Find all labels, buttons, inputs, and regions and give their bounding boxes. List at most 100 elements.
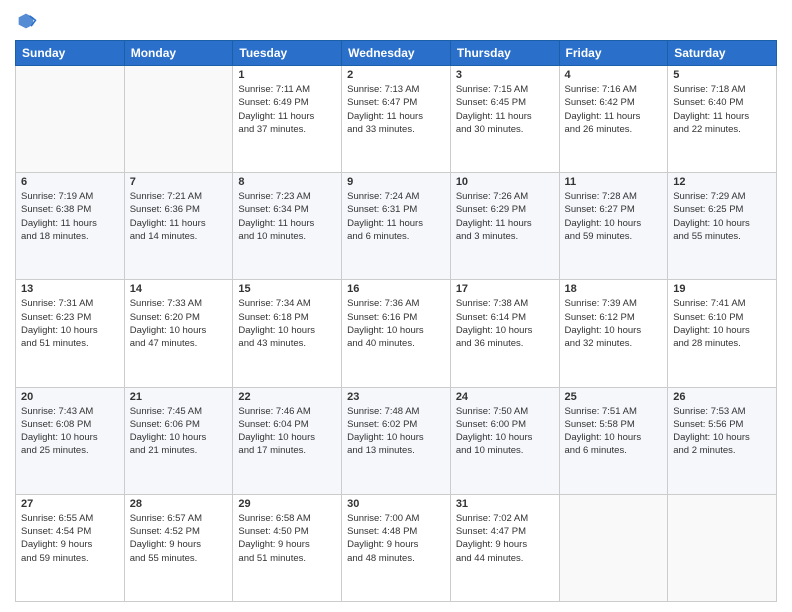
day-number: 4 [565,69,663,81]
calendar-cell: 18Sunrise: 7:39 AM Sunset: 6:12 PM Dayli… [559,280,668,387]
day-number: 31 [456,498,554,510]
cell-content: Sunrise: 7:36 AM Sunset: 6:16 PM Dayligh… [347,297,445,350]
calendar-cell: 28Sunrise: 6:57 AM Sunset: 4:52 PM Dayli… [124,494,233,601]
cell-content: Sunrise: 7:34 AM Sunset: 6:18 PM Dayligh… [238,297,336,350]
calendar-cell: 29 Sunrise: 6:58 AM Sunset: 4:50 PM Dayli… [233,494,342,601]
cell-content: Sunrise: 7:45 AM Sunset: 6:06 PM Dayligh… [130,405,228,458]
cell-content: Sunrise: 7:02 AM Sunset: 4:47 PM Dayligh… [456,512,554,565]
cell-content: Sunrise: 7:48 AM Sunset: 6:02 PM Dayligh… [347,405,445,458]
calendar-cell: 6 Sunrise: 7:19 AM Sunset: 6:38 PM Daylig… [16,173,125,280]
cell-content: Sunrise: 6:55 AM Sunset: 4:54 PM Dayligh… [21,512,119,565]
weekday-sunday: Sunday [16,41,125,66]
cell-content: Sunrise: 7:18 AM Sunset: 6:40 PM Dayligh… [673,83,771,136]
calendar-cell: 24 Sunrise: 7:50 AM Sunset: 6:00 PM Dayli… [450,387,559,494]
cell-content: Sunrise: 7:13 AM Sunset: 6:47 PM Dayligh… [347,83,445,136]
day-number: 17 [456,283,554,295]
day-number: 27 [21,498,119,510]
day-number: 24 [456,391,554,403]
calendar-cell: 19 Sunrise: 7:41 AM Sunset: 6:10 PM Dayli… [668,280,777,387]
day-number: 8 [238,176,336,188]
day-number: 11 [565,176,663,188]
cell-content: Sunrise: 7:43 AM Sunset: 6:08 PM Dayligh… [21,405,119,458]
header [15,10,777,32]
day-number: 23 [347,391,445,403]
week-row-4: 27 Sunrise: 6:55 AM Sunset: 4:54 PM Dayli… [16,494,777,601]
logo [15,10,41,32]
day-number: 19 [673,283,771,295]
calendar-cell [668,494,777,601]
cell-content: Sunrise: 7:21 AM Sunset: 6:36 PM Dayligh… [130,190,228,243]
weekday-tuesday: Tuesday [233,41,342,66]
calendar-cell: 5 Sunrise: 7:18 AM Sunset: 6:40 PM Daylig… [668,66,777,173]
calendar-cell: 3 Sunrise: 7:15 AM Sunset: 6:45 PM Daylig… [450,66,559,173]
calendar-cell: 26 Sunrise: 7:53 AM Sunset: 5:56 PM Dayli… [668,387,777,494]
cell-content: Sunrise: 7:50 AM Sunset: 6:00 PM Dayligh… [456,405,554,458]
day-number: 2 [347,69,445,81]
day-number: 6 [21,176,119,188]
calendar-cell: 25Sunrise: 7:51 AM Sunset: 5:58 PM Dayli… [559,387,668,494]
calendar-cell: 14 Sunrise: 7:33 AM Sunset: 6:20 PM Dayli… [124,280,233,387]
calendar-cell: 23 Sunrise: 7:48 AM Sunset: 6:02 PM Dayli… [342,387,451,494]
weekday-monday: Monday [124,41,233,66]
calendar: SundayMondayTuesdayWednesdayThursdayFrid… [15,40,777,602]
cell-content: Sunrise: 7:53 AM Sunset: 5:56 PM Dayligh… [673,405,771,458]
day-number: 21 [130,391,228,403]
cell-content: Sunrise: 7:29 AM Sunset: 6:25 PM Dayligh… [673,190,771,243]
weekday-header-row: SundayMondayTuesdayWednesdayThursdayFrid… [16,41,777,66]
cell-content: Sunrise: 7:38 AM Sunset: 6:14 PM Dayligh… [456,297,554,350]
day-number: 22 [238,391,336,403]
calendar-cell: 31 Sunrise: 7:02 AM Sunset: 4:47 PM Dayli… [450,494,559,601]
cell-content: Sunrise: 7:19 AM Sunset: 6:38 PM Dayligh… [21,190,119,243]
calendar-cell: 11 Sunrise: 7:28 AM Sunset: 6:27 PM Dayli… [559,173,668,280]
day-number: 5 [673,69,771,81]
day-number: 29 [238,498,336,510]
calendar-cell [559,494,668,601]
cell-content: Sunrise: 7:23 AM Sunset: 6:34 PM Dayligh… [238,190,336,243]
calendar-cell: 8 Sunrise: 7:23 AM Sunset: 6:34 PM Daylig… [233,173,342,280]
calendar-cell: 20 Sunrise: 7:43 AM Sunset: 6:08 PM Dayli… [16,387,125,494]
cell-content: Sunrise: 7:15 AM Sunset: 6:45 PM Dayligh… [456,83,554,136]
week-row-1: 6 Sunrise: 7:19 AM Sunset: 6:38 PM Daylig… [16,173,777,280]
day-number: 25 [565,391,663,403]
cell-content: Sunrise: 7:26 AM Sunset: 6:29 PM Dayligh… [456,190,554,243]
cell-content: Sunrise: 7:00 AM Sunset: 4:48 PM Dayligh… [347,512,445,565]
calendar-cell: 1Sunrise: 7:11 AM Sunset: 6:49 PM Daylig… [233,66,342,173]
calendar-cell: 9Sunrise: 7:24 AM Sunset: 6:31 PM Daylig… [342,173,451,280]
cell-content: Sunrise: 7:28 AM Sunset: 6:27 PM Dayligh… [565,190,663,243]
day-number: 10 [456,176,554,188]
day-number: 12 [673,176,771,188]
cell-content: Sunrise: 7:46 AM Sunset: 6:04 PM Dayligh… [238,405,336,458]
day-number: 3 [456,69,554,81]
cell-content: Sunrise: 7:24 AM Sunset: 6:31 PM Dayligh… [347,190,445,243]
calendar-cell [124,66,233,173]
weekday-friday: Friday [559,41,668,66]
day-number: 26 [673,391,771,403]
day-number: 30 [347,498,445,510]
weekday-thursday: Thursday [450,41,559,66]
day-number: 7 [130,176,228,188]
day-number: 13 [21,283,119,295]
calendar-cell: 13 Sunrise: 7:31 AM Sunset: 6:23 PM Dayli… [16,280,125,387]
cell-content: Sunrise: 7:31 AM Sunset: 6:23 PM Dayligh… [21,297,119,350]
cell-content: Sunrise: 7:39 AM Sunset: 6:12 PM Dayligh… [565,297,663,350]
calendar-cell: 17 Sunrise: 7:38 AM Sunset: 6:14 PM Dayli… [450,280,559,387]
calendar-cell: 22 Sunrise: 7:46 AM Sunset: 6:04 PM Dayli… [233,387,342,494]
day-number: 20 [21,391,119,403]
week-row-2: 13 Sunrise: 7:31 AM Sunset: 6:23 PM Dayli… [16,280,777,387]
weekday-wednesday: Wednesday [342,41,451,66]
page: SundayMondayTuesdayWednesdayThursdayFrid… [0,0,792,612]
cell-content: Sunrise: 7:41 AM Sunset: 6:10 PM Dayligh… [673,297,771,350]
cell-content: Sunrise: 6:58 AM Sunset: 4:50 PM Dayligh… [238,512,336,565]
calendar-cell: 4Sunrise: 7:16 AM Sunset: 6:42 PM Daylig… [559,66,668,173]
calendar-cell [16,66,125,173]
calendar-cell: 21 Sunrise: 7:45 AM Sunset: 6:06 PM Dayli… [124,387,233,494]
calendar-cell: 30 Sunrise: 7:00 AM Sunset: 4:48 PM Dayli… [342,494,451,601]
day-number: 15 [238,283,336,295]
day-number: 1 [238,69,336,81]
calendar-cell: 12 Sunrise: 7:29 AM Sunset: 6:25 PM Dayli… [668,173,777,280]
day-number: 14 [130,283,228,295]
calendar-cell: 15 Sunrise: 7:34 AM Sunset: 6:18 PM Dayli… [233,280,342,387]
calendar-cell: 16Sunrise: 7:36 AM Sunset: 6:16 PM Dayli… [342,280,451,387]
cell-content: Sunrise: 7:33 AM Sunset: 6:20 PM Dayligh… [130,297,228,350]
week-row-0: 1Sunrise: 7:11 AM Sunset: 6:49 PM Daylig… [16,66,777,173]
